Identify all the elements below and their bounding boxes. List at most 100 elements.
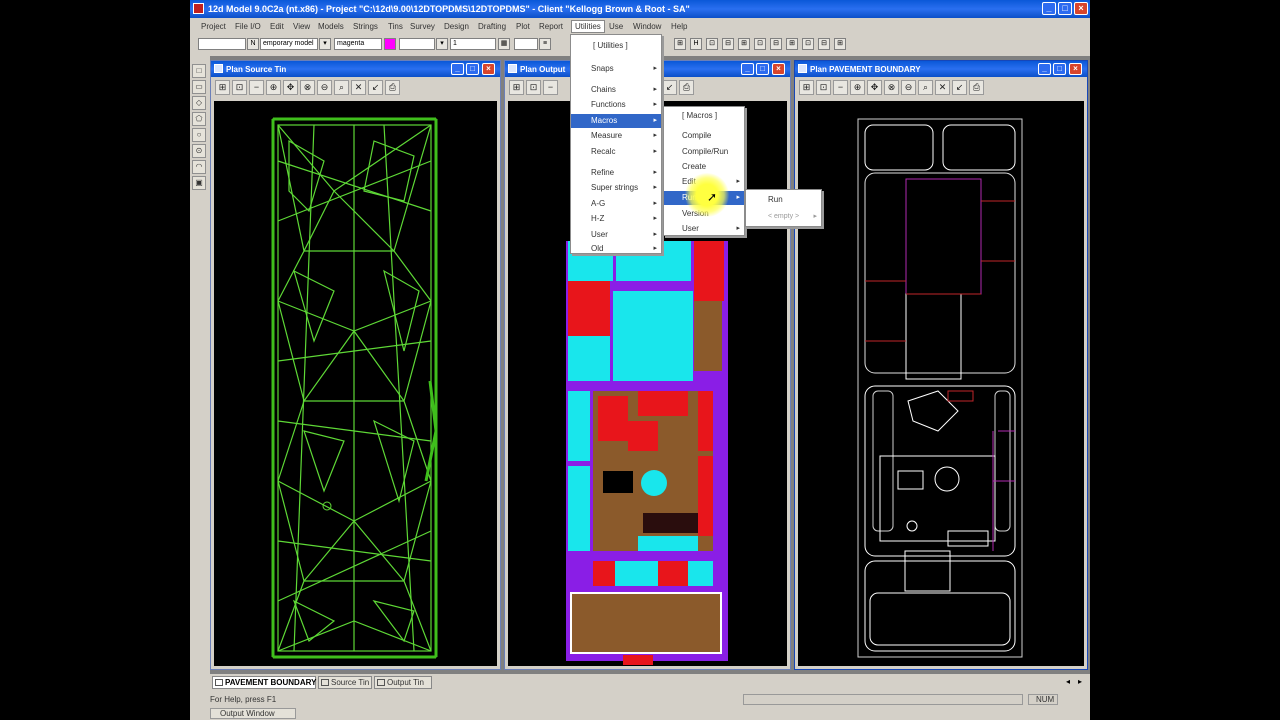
fit-icon[interactable]: ⊡	[816, 80, 831, 95]
menu-utilities[interactable]: Utilities	[571, 20, 605, 33]
menu-item-run-macro[interactable]: Run	[746, 193, 821, 207]
menu-item-refine[interactable]: Refine ▸	[571, 166, 661, 180]
window-close-button[interactable]: ×	[482, 63, 495, 75]
toolbar-tool-4-icon[interactable]: ⊟	[722, 38, 734, 50]
print-icon[interactable]: ⎙	[385, 80, 400, 95]
menu-file-io[interactable]: File I/O	[235, 22, 261, 31]
menu-item-macros-header[interactable]: [ Macros ]	[664, 109, 744, 123]
menu-item-measure[interactable]: Measure ▸	[571, 129, 661, 143]
weight-picker-button[interactable]: ▾	[436, 38, 448, 50]
menu-item-utilities-header[interactable]: [ Utilities ]	[571, 39, 661, 53]
colour-swatch[interactable]	[384, 38, 396, 50]
text-field[interactable]	[514, 38, 538, 50]
zoom-out-icon[interactable]: ⊖	[317, 80, 332, 95]
redraw-icon[interactable]: ✕	[351, 80, 366, 95]
close-button[interactable]: ×	[1074, 2, 1088, 15]
toolbar-tool-1-icon[interactable]: ⊞	[674, 38, 686, 50]
menu-item-macros[interactable]: Macros ▸	[571, 114, 661, 128]
menu-tins[interactable]: Tins	[388, 22, 403, 31]
tab-pavement-boundary[interactable]: PAVEMENT BOUNDARY	[212, 676, 316, 689]
point-tool-icon[interactable]: ⊙	[192, 144, 206, 158]
menu-item-create[interactable]: Create	[664, 160, 744, 174]
measure-icon[interactable]: ↙	[662, 80, 677, 95]
minus-icon[interactable]: −	[833, 80, 848, 95]
circle-tool-icon[interactable]: ○	[192, 128, 206, 142]
menu-item-user[interactable]: User ▸	[571, 228, 661, 242]
window-close-button[interactable]: ×	[1069, 63, 1082, 75]
toolbar-tool-9-icon[interactable]: ⊡	[802, 38, 814, 50]
tab-source-tin[interactable]: Source Tin	[318, 676, 372, 689]
magnify-icon[interactable]: ⌕	[918, 80, 933, 95]
plan-source-tin-window[interactable]: Plan Source Tin _ □ × ⊞ ⊡ − ⊕ ✥ ⊗ ⊖ ⌕ ✕ …	[210, 60, 501, 670]
app-icon[interactable]	[193, 3, 204, 14]
plan-pavement-boundary-window[interactable]: Plan PAVEMENT BOUNDARY _ □ × ⊞ ⊡ − ⊕ ✥ ⊗…	[794, 60, 1088, 670]
measure-icon[interactable]: ↙	[952, 80, 967, 95]
minus-icon[interactable]: −	[249, 80, 264, 95]
tab-output-tin[interactable]: Output Tin	[374, 676, 432, 689]
linestyle-picker-button[interactable]: ▦	[498, 38, 510, 50]
toolbar-tool-7-icon[interactable]: ⊟	[770, 38, 782, 50]
line-style-icon[interactable]: ≡	[539, 38, 551, 50]
diamond-tool-icon[interactable]: ◇	[192, 96, 206, 110]
name-n-button[interactable]: N	[247, 38, 259, 50]
zoom-out-icon[interactable]: ⊖	[901, 80, 916, 95]
toolbar-tool-3-icon[interactable]: ⊡	[706, 38, 718, 50]
model-field[interactable]: emporary model	[260, 38, 318, 50]
pan-icon[interactable]: ✥	[867, 80, 882, 95]
menu-drafting[interactable]: Drafting	[478, 22, 506, 31]
window-maximize-button[interactable]: □	[1053, 63, 1066, 75]
menu-report[interactable]: Report	[539, 22, 563, 31]
fit-icon[interactable]: ⊡	[232, 80, 247, 95]
menu-design[interactable]: Design	[444, 22, 469, 31]
window-minimize-button[interactable]: _	[451, 63, 464, 75]
zoom-in-icon[interactable]: ⊕	[850, 80, 865, 95]
menu-strings[interactable]: Strings	[353, 22, 378, 31]
menu-item-snaps[interactable]: Snaps ▸	[571, 62, 661, 76]
menu-help[interactable]: Help	[671, 22, 687, 31]
toolbar-tool-8-icon[interactable]: ⊞	[786, 38, 798, 50]
polygon-tool-icon[interactable]: ⬠	[192, 112, 206, 126]
menu-models[interactable]: Models	[318, 22, 344, 31]
menu-item-functions[interactable]: Functions ▸	[571, 98, 661, 112]
print-icon[interactable]: ⎙	[969, 80, 984, 95]
menu-view[interactable]: View	[293, 22, 310, 31]
fit-icon[interactable]: ⊡	[526, 80, 541, 95]
camera-tool-icon[interactable]: ▣	[192, 176, 206, 190]
menu-plot[interactable]: Plot	[516, 22, 530, 31]
box-select-icon[interactable]: ▭	[192, 80, 206, 94]
menu-item-compile[interactable]: Compile	[664, 129, 744, 143]
menu-item-old[interactable]: Old ▸	[571, 243, 661, 255]
window-title-bar[interactable]: Plan PAVEMENT BOUNDARY _ □ ×	[795, 61, 1087, 77]
pavement-boundary-canvas[interactable]	[798, 101, 1084, 666]
menu-item-h-z[interactable]: H-Z ▸	[571, 212, 661, 226]
zoom-window-icon[interactable]: ⊗	[884, 80, 899, 95]
menu-window[interactable]: Window	[633, 22, 661, 31]
window-close-button[interactable]: ×	[772, 63, 785, 75]
print-icon[interactable]: ⎙	[679, 80, 694, 95]
toolbar-tool-2-icon[interactable]: H	[690, 38, 702, 50]
minimize-button[interactable]: _	[1042, 2, 1056, 15]
toolbar-tool-6-icon[interactable]: ⊡	[754, 38, 766, 50]
window-maximize-button[interactable]: □	[756, 63, 769, 75]
toolbar-tool-11-icon[interactable]: ⊞	[834, 38, 846, 50]
colour-field[interactable]: magenta	[334, 38, 382, 50]
pick-icon[interactable]: ⊞	[799, 80, 814, 95]
window-minimize-button[interactable]: _	[741, 63, 754, 75]
model-picker-button[interactable]: ▾	[319, 38, 331, 50]
pan-icon[interactable]: ✥	[283, 80, 298, 95]
window-title-bar[interactable]: Plan Source Tin _ □ ×	[211, 61, 500, 77]
menu-edit[interactable]: Edit	[270, 22, 284, 31]
weight-field[interactable]	[399, 38, 435, 50]
menu-item-a-g[interactable]: A-G ▸	[571, 197, 661, 211]
minus-icon[interactable]: −	[543, 80, 558, 95]
zoom-in-icon[interactable]: ⊕	[266, 80, 281, 95]
zoom-window-icon[interactable]: ⊗	[300, 80, 315, 95]
menu-survey[interactable]: Survey	[410, 22, 435, 31]
measure-icon[interactable]: ↙	[368, 80, 383, 95]
menu-item-user[interactable]: User ▸	[664, 222, 744, 236]
menu-item-super-strings[interactable]: Super strings ▸	[571, 181, 661, 195]
magnify-icon[interactable]: ⌕	[334, 80, 349, 95]
menu-item-recalc[interactable]: Recalc ▸	[571, 145, 661, 159]
menu-item-compile-run[interactable]: Compile/Run	[664, 145, 744, 159]
pick-icon[interactable]: ⊞	[215, 80, 230, 95]
